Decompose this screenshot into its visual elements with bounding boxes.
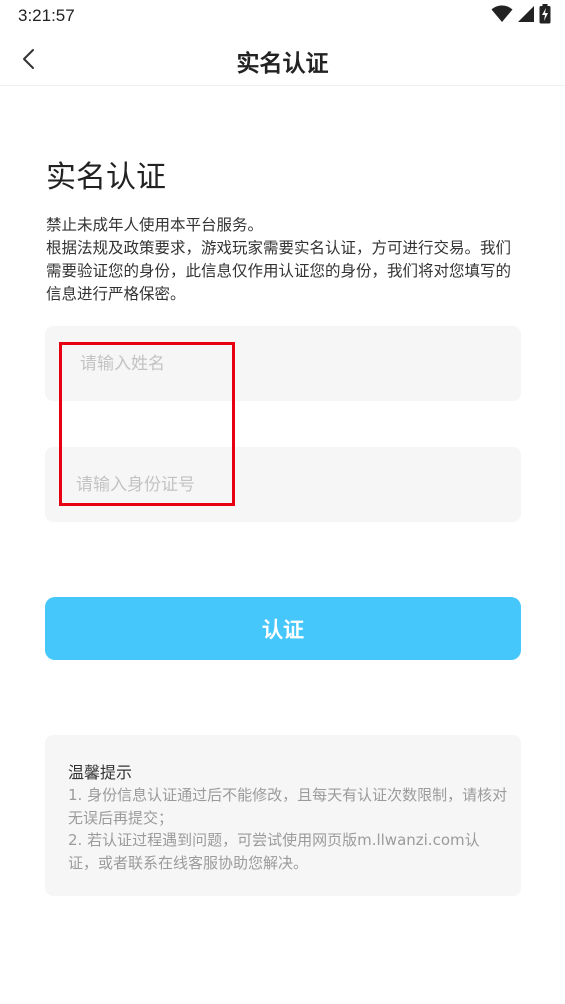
desc-line-minor-ban: 禁止未成年人使用本平台服务。: [46, 216, 264, 234]
tips-item: 2. 若认证过程遇到问题，可尝试使用网页版m.llwanzi.com认证，或者联…: [68, 831, 480, 872]
status-icons: [491, 4, 551, 28]
id-number-field-box: [45, 447, 521, 522]
status-bar: 3:21:57: [0, 0, 565, 32]
tips-box: 温馨提示 1. 身份信息认证通过后不能修改，且每天有认证次数限制，请核对无误后再…: [45, 735, 521, 896]
tips-item: 1. 身份信息认证通过后不能修改，且每天有认证次数限制，请核对无误后再提交；: [68, 786, 508, 827]
id-number-input[interactable]: [76, 447, 516, 522]
page-description: 禁止未成年人使用本平台服务。 根据法规及政策要求，游戏玩家需要实名认证，方可进行…: [46, 214, 526, 306]
status-time: 3:21:57: [18, 6, 75, 25]
nav-bar: 实名认证: [0, 32, 565, 86]
desc-line-privacy: 根据法规及政策要求，游戏玩家需要实名认证，方可进行交易。我们需要验证您的身份，此…: [46, 239, 512, 303]
tips-body: 1. 身份信息认证通过后不能修改，且每天有认证次数限制，请核对无误后再提交； 2…: [68, 784, 508, 874]
page-title: 实名认证: [46, 160, 166, 195]
battery-charging-icon: [539, 4, 551, 28]
name-field-box: [45, 326, 521, 401]
tips-title: 温馨提示: [68, 763, 133, 782]
verify-button[interactable]: 认证: [45, 597, 521, 660]
signal-icon: [517, 5, 535, 27]
nav-title: 实名认证: [236, 51, 329, 77]
name-input[interactable]: [80, 326, 520, 401]
wifi-icon: [491, 5, 513, 27]
